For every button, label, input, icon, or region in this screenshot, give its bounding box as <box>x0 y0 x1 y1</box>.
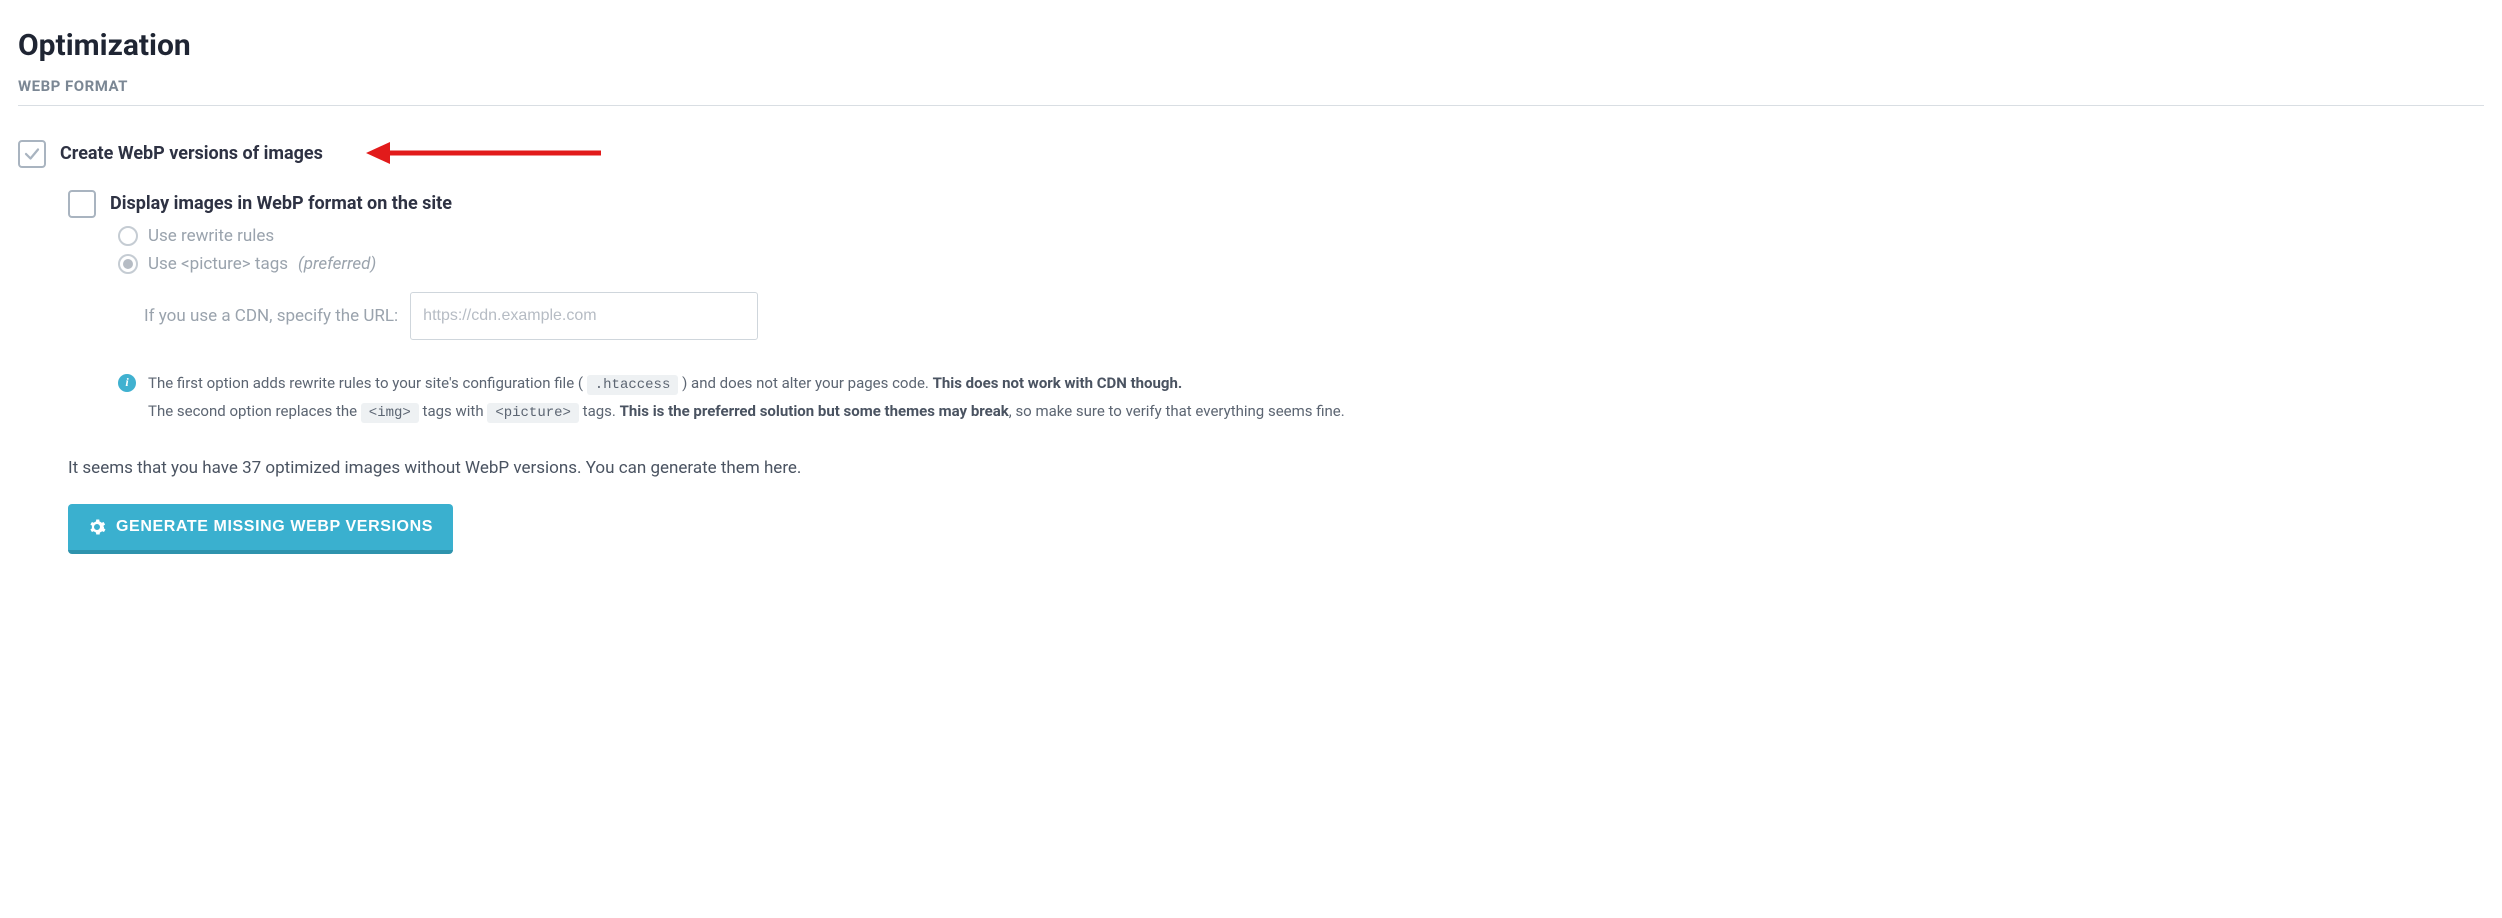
info-icon: i <box>118 374 136 392</box>
generate-webp-button-label: GENERATE MISSING WEBP VERSIONS <box>116 518 433 536</box>
status-text: It seems that you have 37 optimized imag… <box>68 458 2484 478</box>
label-picture-preferred: (preferred) <box>298 254 376 274</box>
info-line2-a: The second option replaces the <box>148 402 361 420</box>
info-code-img: <img> <box>361 403 419 423</box>
check-icon <box>23 145 41 163</box>
gear-icon <box>88 518 106 536</box>
info-line2-d: , so make sure to verify that everything… <box>1009 402 1345 420</box>
info-line1-bold: This does not work with CDN though. <box>933 374 1183 392</box>
radio-picture[interactable] <box>118 254 138 274</box>
radio-row-rewrite: Use rewrite rules <box>118 226 2484 246</box>
radio-row-picture: Use <picture> tags (preferred) <box>118 254 2484 274</box>
generate-webp-button[interactable]: GENERATE MISSING WEBP VERSIONS <box>68 504 453 554</box>
radio-rewrite[interactable] <box>118 226 138 246</box>
info-text: The first option adds rewrite rules to y… <box>148 370 1345 426</box>
info-line1-b: ) and does not alter your pages code. <box>682 374 932 392</box>
section-heading: WEBP FORMAT <box>18 77 2484 106</box>
info-code-htaccess: .htaccess <box>587 375 679 395</box>
label-rewrite: Use rewrite rules <box>148 226 274 246</box>
info-code-picture: <picture> <box>487 403 579 423</box>
cdn-input[interactable] <box>410 292 758 340</box>
info-line1-a: The first option adds rewrite rules to y… <box>148 374 583 392</box>
page-title: Optimization <box>18 28 2484 63</box>
label-cdn: If you use a CDN, specify the URL: <box>144 306 398 326</box>
label-picture: Use <picture> tags <box>148 254 288 274</box>
checkbox-create-webp[interactable] <box>18 140 46 168</box>
cdn-row: If you use a CDN, specify the URL: <box>144 292 2484 340</box>
info-block: i The first option adds rewrite rules to… <box>118 370 2484 426</box>
info-line2-c: tags. <box>583 402 620 420</box>
info-line2-bold: This is the preferred solution but some … <box>620 402 1009 420</box>
option-display-webp-row: Display images in WebP format on the sit… <box>68 190 2484 218</box>
checkbox-display-webp[interactable] <box>68 190 96 218</box>
option-create-webp-row: Create WebP versions of images <box>18 140 2484 168</box>
info-line2-b: tags with <box>423 402 488 420</box>
label-display-webp: Display images in WebP format on the sit… <box>110 190 452 218</box>
label-create-webp: Create WebP versions of images <box>60 140 323 168</box>
